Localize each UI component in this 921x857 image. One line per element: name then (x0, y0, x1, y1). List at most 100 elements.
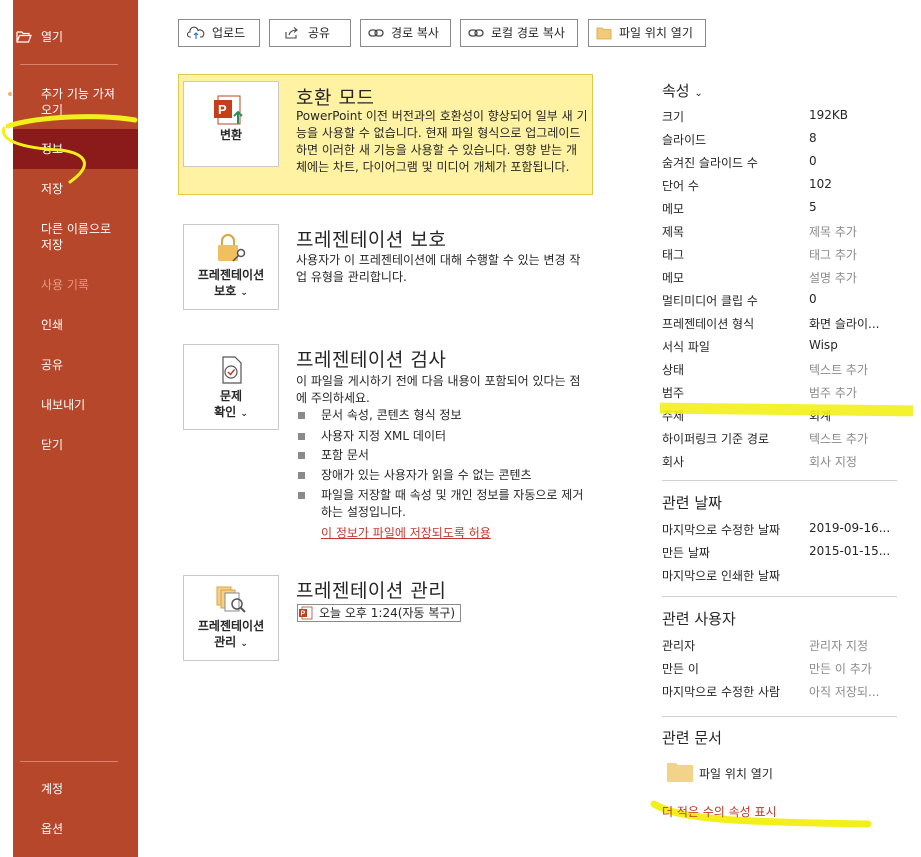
property-value[interactable]: 범주 추가 (809, 384, 857, 401)
property-key: 관리자 (662, 639, 696, 653)
highlighter-stroke (2, 114, 138, 184)
protect-label-1: 프레젠테이션 (197, 268, 265, 282)
show-fewer-properties-link[interactable]: 더 적은 수의 속성 표시 (662, 803, 777, 820)
sidebar-divider (20, 761, 118, 762)
open-file-location-label: 파일 위치 열기 (619, 26, 693, 40)
sidebar-item-print[interactable]: 인쇄 (13, 317, 138, 333)
property-value[interactable]: 태그 추가 (809, 246, 857, 263)
inspect-description: 이 파일을 게시하기 전에 다음 내용이 포함되어 있다는 점에 주의하세요. (296, 374, 581, 405)
property-key: 크기 (662, 110, 685, 124)
property-key: 마지막으로 수정한 날짜 (662, 523, 781, 537)
property-key: 만든 이 (662, 662, 699, 676)
chevron-down-icon: ⌄ (240, 639, 248, 649)
property-value: 192KB (809, 108, 849, 122)
property-key: 단어 수 (662, 179, 699, 193)
property-key: 태그 (662, 248, 685, 262)
sidebar-item-open[interactable]: 열기 (13, 29, 138, 49)
property-value[interactable]: 관리자 지정 (809, 637, 868, 654)
property-key: 하이퍼링크 기준 경로 (662, 432, 769, 446)
powerpoint-convert-icon: P (214, 95, 243, 125)
cloud-upload-icon (187, 26, 205, 39)
chevron-down-icon: ⌄ (240, 288, 248, 298)
protect-label-2: 보호 ⌄ (184, 284, 278, 301)
powerpoint-file-icon: P (299, 606, 313, 620)
lock-key-icon (218, 234, 246, 262)
property-value[interactable]: 텍스트 추가 (809, 361, 868, 378)
copy-path-button[interactable]: 경로 복사 (360, 19, 451, 47)
folder-icon (667, 763, 693, 782)
sidebar-item-history: 사용 기록 (13, 277, 138, 293)
sidebar-label-print: 인쇄 (41, 318, 64, 332)
related-dates-header: 관련 날짜 (662, 494, 722, 512)
property-value: 102 (809, 177, 832, 191)
related-people-header: 관련 사용자 (662, 610, 736, 628)
property-value[interactable]: 회사 지정 (809, 453, 857, 470)
bullet-icon (298, 492, 305, 499)
property-value: 5 (809, 200, 817, 214)
sidebar-label-export: 내보내기 (41, 398, 86, 412)
folder-icon (596, 27, 612, 40)
property-value[interactable]: 제목 추가 (809, 223, 857, 240)
manage-label-2: 관리 ⌄ (184, 635, 278, 652)
autosave-version-item[interactable]: P 오늘 오후 1:24(자동 복구) (297, 604, 461, 622)
properties-dropdown[interactable]: 속성 ⌄ (662, 80, 703, 101)
sidebar-label-account: 계정 (41, 782, 64, 796)
folder-open-icon (16, 31, 32, 43)
sidebar-item-close[interactable]: 닫기 (13, 437, 138, 453)
property-value: 2019-09-16... (809, 521, 891, 535)
property-key: 상태 (662, 363, 685, 377)
chevron-down-icon: ⌄ (240, 409, 248, 419)
manage-presentation-button[interactable]: 프레젠테이션 관리 ⌄ (183, 575, 279, 661)
sidebar-label-options: 옵션 (41, 822, 64, 836)
list-item-text: 파일을 저장할 때 속성 및 개인 정보를 자동으로 제거하는 설정입니다. (321, 488, 584, 519)
property-key: 서식 파일 (662, 340, 710, 354)
sidebar-label-save-as: 다른 이름으로 저장 (41, 222, 112, 252)
sidebar-label-share: 공유 (41, 358, 64, 372)
convert-button[interactable]: P 변환 (183, 81, 279, 167)
manage-title: 프레젠테이션 관리 (296, 580, 447, 602)
property-value: 0 (809, 154, 817, 168)
check-for-issues-button[interactable]: 문제 확인 ⌄ (183, 344, 279, 430)
sidebar-item-account[interactable]: 계정 (13, 781, 138, 797)
property-key: 마지막으로 인쇄한 날짜 (662, 569, 781, 583)
property-key: 숨겨진 슬라이드 수 (662, 156, 758, 170)
allow-save-info-link[interactable]: 이 정보가 파일에 저장되도록 허용 (321, 524, 491, 541)
bullet-icon (298, 452, 305, 459)
sidebar-item-options[interactable]: 옵션 (13, 821, 138, 837)
share-icon (285, 27, 298, 39)
property-key: 범주 (662, 386, 685, 400)
open-file-location-button[interactable]: 파일 위치 열기 (588, 19, 706, 47)
property-value[interactable]: 설명 추가 (809, 269, 857, 286)
property-value: 8 (809, 131, 817, 145)
open-file-location-link[interactable]: 파일 위치 열기 (666, 760, 786, 784)
list-item-text: 문서 속성, 콘텐츠 형식 정보 (321, 408, 462, 422)
link-icon (468, 29, 484, 37)
property-key: 제목 (662, 225, 685, 239)
share-button[interactable]: 공유 (269, 19, 351, 47)
highlighter-subject-row (659, 402, 914, 417)
property-key: 메모 (662, 202, 685, 216)
property-value: 화면 슬라이... (809, 317, 880, 331)
upload-button[interactable]: 업로드 (178, 19, 260, 47)
related-documents-header: 관련 문서 (662, 729, 722, 747)
property-value: 0 (809, 292, 817, 306)
protect-presentation-button[interactable]: 프레젠테이션 보호 ⌄ (183, 224, 279, 310)
manage-documents-icon (216, 586, 246, 613)
list-item-text: 포함 문서 (321, 448, 369, 462)
bullet-icon (298, 472, 305, 479)
copy-local-path-button[interactable]: 로컬 경로 복사 (460, 19, 578, 47)
property-key: 멀티미디어 클립 수 (662, 294, 758, 308)
property-value[interactable]: 텍스트 추가 (809, 430, 868, 447)
inspect-title: 프레젠테이션 검사 (296, 349, 447, 371)
sidebar-item-export[interactable]: 내보내기 (13, 397, 138, 413)
property-value[interactable]: 아직 저장되... (809, 683, 879, 700)
svg-text:P: P (301, 611, 306, 618)
sidebar-item-save-as[interactable]: 다른 이름으로 저장 (13, 221, 138, 253)
protect-title: 프레젠테이션 보호 (296, 229, 447, 251)
inspect-label-2-text: 확인 (214, 405, 237, 419)
sidebar-item-share[interactable]: 공유 (13, 357, 138, 373)
properties-header: 속성 (662, 82, 690, 100)
property-value[interactable]: 만든 이 추가 (809, 660, 872, 677)
copy-local-path-label: 로컬 경로 복사 (491, 26, 565, 40)
section-divider (662, 480, 897, 481)
